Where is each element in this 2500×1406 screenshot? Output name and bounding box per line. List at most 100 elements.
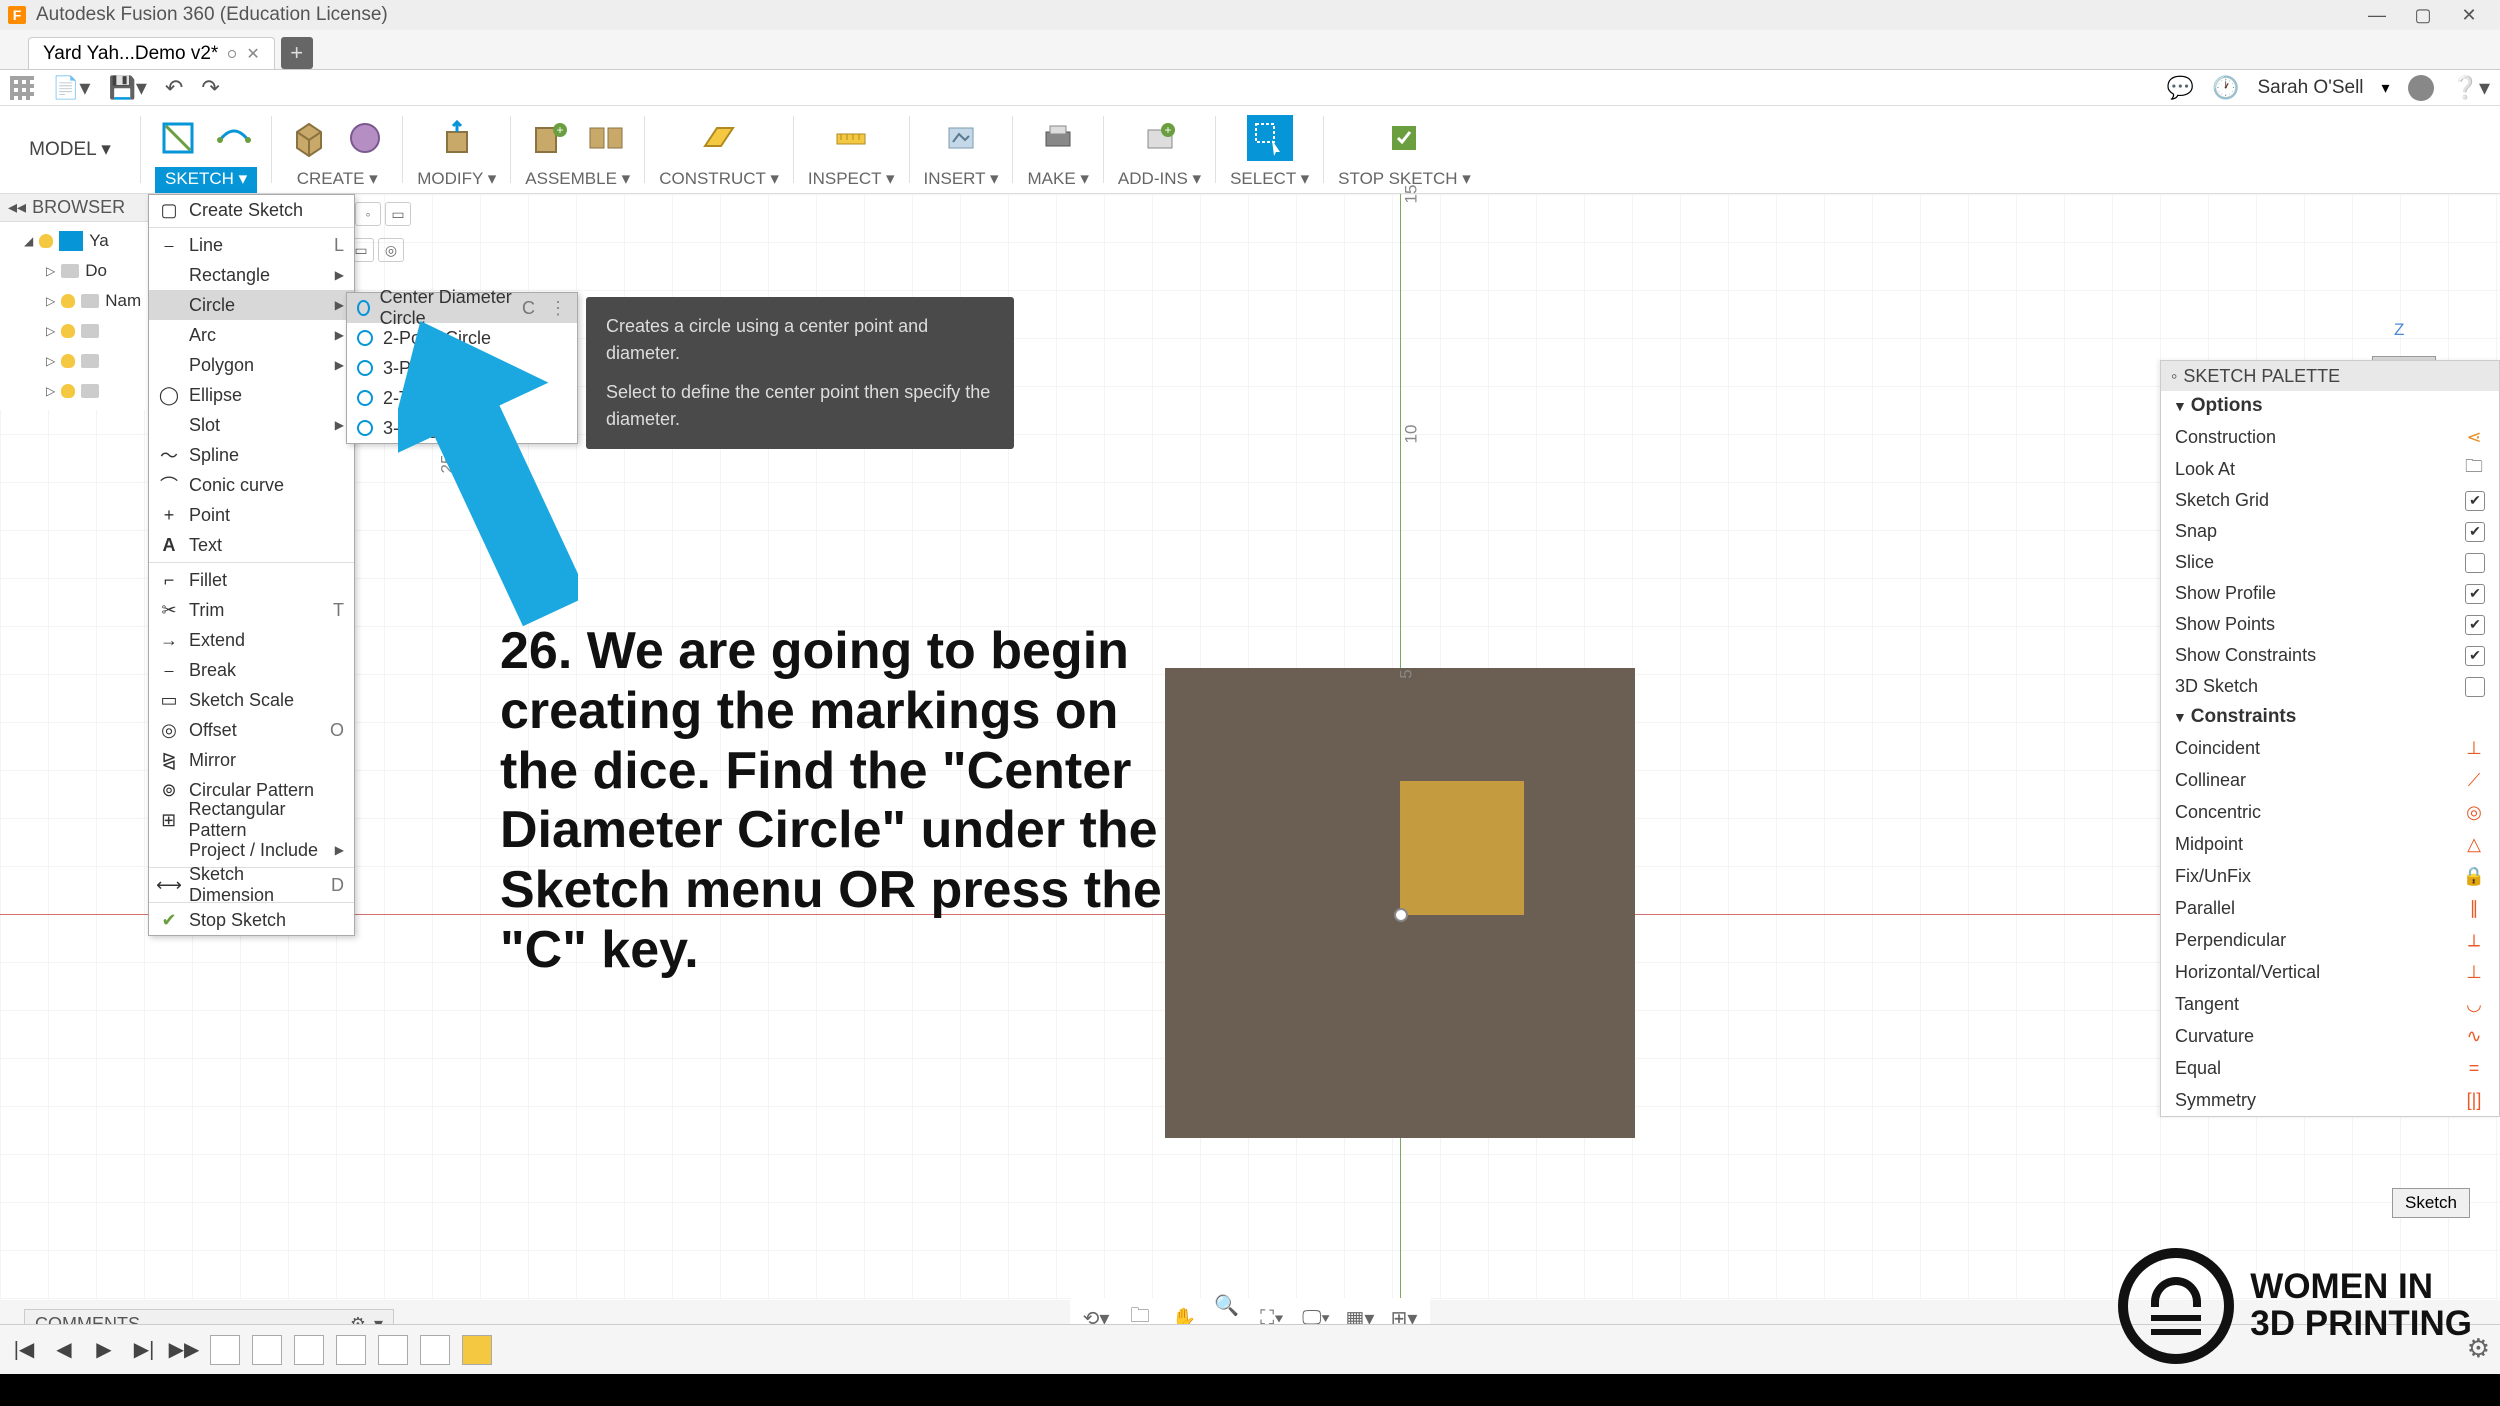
menu-conic[interactable]: ⌒Conic curve bbox=[149, 470, 354, 500]
timeline-feature[interactable] bbox=[462, 1335, 492, 1365]
insert-toolbar-group[interactable]: INSERT ▾ bbox=[910, 106, 1013, 193]
palette-tangent[interactable]: Tangent◡ bbox=[2161, 988, 2499, 1020]
menu-create-sketch[interactable]: ▢Create Sketch bbox=[149, 195, 354, 225]
browser-item[interactable]: ▷Do bbox=[0, 256, 149, 286]
palette-horiz-vert[interactable]: Horizontal/Vertical⊥ bbox=[2161, 956, 2499, 988]
browser-root[interactable]: ◢Ya bbox=[0, 226, 149, 256]
file-menu-icon[interactable]: 📄▾ bbox=[52, 75, 90, 101]
timeline-feature[interactable] bbox=[294, 1335, 324, 1365]
maximize-button[interactable]: ▢ bbox=[2400, 0, 2446, 30]
timeline-end-icon[interactable]: ▶▶ bbox=[170, 1336, 198, 1364]
new-tab-button[interactable]: + bbox=[281, 37, 313, 69]
avatar-icon[interactable] bbox=[2408, 75, 2434, 101]
timeline-feature[interactable] bbox=[336, 1335, 366, 1365]
user-name[interactable]: Sarah O'Sell bbox=[2257, 77, 2363, 99]
menu-rectangle[interactable]: Rectangle▶ bbox=[149, 260, 354, 290]
redo-icon[interactable]: ↷ bbox=[201, 75, 219, 101]
menu-rectangular-pattern[interactable]: ⊞Rectangular Pattern bbox=[149, 805, 354, 835]
line-icon[interactable] bbox=[211, 115, 257, 161]
insert-icon[interactable] bbox=[938, 115, 984, 161]
menu-text[interactable]: AText bbox=[149, 530, 354, 560]
menu-sketch-scale[interactable]: ▭Sketch Scale bbox=[149, 685, 354, 715]
tab-close-icon[interactable]: ✕ bbox=[246, 44, 259, 64]
timeline-feature[interactable] bbox=[420, 1335, 450, 1365]
menu-point[interactable]: +Point bbox=[149, 500, 354, 530]
job-status-icon[interactable]: 🕐 bbox=[2212, 75, 2239, 101]
modify-toolbar-group[interactable]: MODIFY ▾ bbox=[403, 106, 510, 193]
close-button[interactable]: ✕ bbox=[2446, 0, 2492, 30]
palette-sketch-grid[interactable]: Sketch Grid✔ bbox=[2161, 485, 2499, 516]
palette-collinear[interactable]: Collinear⟋ bbox=[2161, 764, 2499, 796]
mode-icon-3[interactable]: ◎ bbox=[378, 238, 404, 262]
joint-icon[interactable] bbox=[583, 115, 629, 161]
menu-extend[interactable]: →Extend bbox=[149, 625, 354, 655]
palette-midpoint[interactable]: Midpoint△ bbox=[2161, 828, 2499, 860]
menu-spline[interactable]: 〜Spline bbox=[149, 440, 354, 470]
palette-show-points[interactable]: Show Points✔ bbox=[2161, 609, 2499, 640]
sketch-toolbar-group[interactable]: SKETCH ▾ bbox=[141, 106, 271, 193]
palette-lookat[interactable]: Look At🗀 bbox=[2161, 453, 2499, 485]
minimize-button[interactable]: — bbox=[2354, 0, 2400, 30]
stop-sketch-button[interactable]: Sketch bbox=[2392, 1188, 2470, 1218]
create-toolbar-group[interactable]: CREATE ▾ bbox=[272, 106, 402, 193]
timeline-play-icon[interactable]: ▶ bbox=[90, 1336, 118, 1364]
palette-parallel[interactable]: Parallel∥ bbox=[2161, 892, 2499, 924]
undo-icon[interactable]: ↶ bbox=[165, 75, 183, 101]
menu-break[interactable]: ⎯Break bbox=[149, 655, 354, 685]
addins-icon[interactable]: + bbox=[1137, 115, 1183, 161]
palette-section-constraints[interactable]: Constraints bbox=[2161, 702, 2499, 732]
menu-slot[interactable]: Slot▶ bbox=[149, 410, 354, 440]
plane-icon[interactable] bbox=[696, 115, 742, 161]
menu-circle[interactable]: Circle▶ bbox=[149, 290, 354, 320]
sphere-icon[interactable] bbox=[342, 115, 388, 161]
extensions-icon[interactable]: 💬 bbox=[2167, 75, 2194, 101]
select-toolbar-group[interactable]: SELECT ▾ bbox=[1216, 106, 1323, 193]
palette-symmetry[interactable]: Symmetry[|] bbox=[2161, 1084, 2499, 1116]
help-icon[interactable]: ❔▾ bbox=[2452, 75, 2490, 101]
timeline-feature[interactable] bbox=[210, 1335, 240, 1365]
palette-snap[interactable]: Snap✔ bbox=[2161, 516, 2499, 547]
palette-curvature[interactable]: Curvature∿ bbox=[2161, 1020, 2499, 1052]
create-sketch-icon[interactable] bbox=[155, 115, 201, 161]
palette-equal[interactable]: Equal= bbox=[2161, 1052, 2499, 1084]
inspect-toolbar-group[interactable]: INSPECT ▾ bbox=[794, 106, 909, 193]
menu-ellipse[interactable]: ◯Ellipse bbox=[149, 380, 354, 410]
workspace-selector[interactable]: MODEL ▾ bbox=[0, 106, 140, 193]
browser-item[interactable]: ▷Nam bbox=[0, 286, 149, 316]
palette-header[interactable]: ◦SKETCH PALETTE bbox=[2161, 361, 2499, 391]
stop-sketch-icon[interactable] bbox=[1381, 115, 1427, 161]
menu-offset[interactable]: ◎OffsetO bbox=[149, 715, 354, 745]
palette-perpendicular[interactable]: Perpendicular⟂ bbox=[2161, 924, 2499, 956]
box-icon[interactable] bbox=[286, 115, 332, 161]
palette-3d-sketch[interactable]: 3D Sketch bbox=[2161, 671, 2499, 702]
palette-section-options[interactable]: Options bbox=[2161, 391, 2499, 421]
timeline-start-icon[interactable]: |◀ bbox=[10, 1336, 38, 1364]
timeline-next-icon[interactable]: ▶| bbox=[130, 1336, 158, 1364]
addins-toolbar-group[interactable]: + ADD-INS ▾ bbox=[1104, 106, 1215, 193]
palette-show-profile[interactable]: Show Profile✔ bbox=[2161, 578, 2499, 609]
canvas-area[interactable]: 15 10 5 25 ◦ ▭ ▭ ◎ ◂◂BROWSER ◢Ya ▷Do ▷Na… bbox=[0, 194, 2500, 1300]
menu-mirror[interactable]: ⧎Mirror bbox=[149, 745, 354, 775]
save-icon[interactable]: 💾▾ bbox=[108, 75, 146, 101]
data-panel-icon[interactable] bbox=[10, 76, 34, 100]
palette-show-constraints[interactable]: Show Constraints✔ bbox=[2161, 640, 2499, 671]
assemble-toolbar-group[interactable]: + ASSEMBLE ▾ bbox=[511, 106, 644, 193]
timeline-feature[interactable] bbox=[378, 1335, 408, 1365]
document-tab[interactable]: Yard Yah...Demo v2* ✕ bbox=[28, 37, 275, 69]
menu-line[interactable]: ⎯LineL bbox=[149, 230, 354, 260]
stop-sketch-toolbar-group[interactable]: STOP SKETCH ▾ bbox=[1324, 106, 1485, 193]
print-icon[interactable] bbox=[1035, 115, 1081, 161]
construct-toolbar-group[interactable]: CONSTRUCT ▾ bbox=[645, 106, 793, 193]
palette-concentric[interactable]: Concentric◎ bbox=[2161, 796, 2499, 828]
fit-icon[interactable]: ◦ bbox=[355, 202, 381, 226]
palette-slice[interactable]: Slice bbox=[2161, 547, 2499, 578]
new-component-icon[interactable]: + bbox=[527, 115, 573, 161]
browser-header[interactable]: ◂◂BROWSER bbox=[0, 194, 149, 222]
mode-icon[interactable]: ▭ bbox=[385, 202, 411, 226]
origin-point-icon[interactable] bbox=[1394, 908, 1408, 922]
menu-polygon[interactable]: Polygon▶ bbox=[149, 350, 354, 380]
make-toolbar-group[interactable]: MAKE ▾ bbox=[1013, 106, 1102, 193]
palette-construction[interactable]: Construction⋖ bbox=[2161, 421, 2499, 453]
palette-fixunfix[interactable]: Fix/UnFix🔒 bbox=[2161, 860, 2499, 892]
browser-item[interactable]: ▷ bbox=[0, 316, 149, 346]
